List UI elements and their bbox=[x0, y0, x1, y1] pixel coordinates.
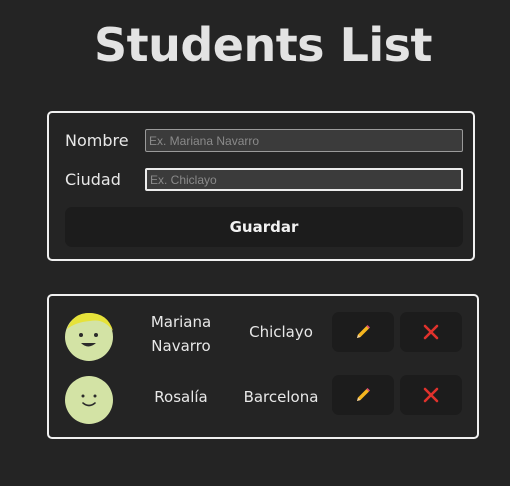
close-icon bbox=[423, 324, 439, 340]
student-form: Nombre Ciudad Guardar bbox=[47, 111, 475, 261]
student-city: Barcelona bbox=[243, 388, 319, 406]
list-item: Mariana Navarro Chiclayo bbox=[49, 312, 477, 362]
name-input[interactable] bbox=[145, 129, 463, 152]
edit-button[interactable] bbox=[332, 375, 394, 415]
pencil-icon bbox=[357, 325, 370, 338]
pencil-icon bbox=[357, 388, 370, 401]
delete-button[interactable] bbox=[400, 312, 462, 352]
student-name: Rosalía bbox=[154, 388, 208, 406]
student-city: Chiclayo bbox=[249, 323, 313, 341]
name-label: Nombre bbox=[65, 131, 129, 150]
smiling-face-with-hair-icon bbox=[65, 313, 113, 361]
edit-button[interactable] bbox=[332, 312, 394, 352]
delete-button[interactable] bbox=[400, 375, 462, 415]
city-input[interactable] bbox=[145, 168, 463, 191]
student-name: Mariana Navarro bbox=[150, 313, 212, 355]
students-list: Mariana Navarro Chiclayo Rosalía Barcelo… bbox=[47, 294, 479, 439]
smiling-face-icon bbox=[65, 376, 113, 424]
list-item: Rosalía Barcelona bbox=[49, 375, 477, 425]
page-title: Students List bbox=[93, 18, 433, 72]
city-label: Ciudad bbox=[65, 170, 121, 189]
close-icon bbox=[423, 387, 439, 403]
save-button[interactable]: Guardar bbox=[65, 207, 463, 247]
